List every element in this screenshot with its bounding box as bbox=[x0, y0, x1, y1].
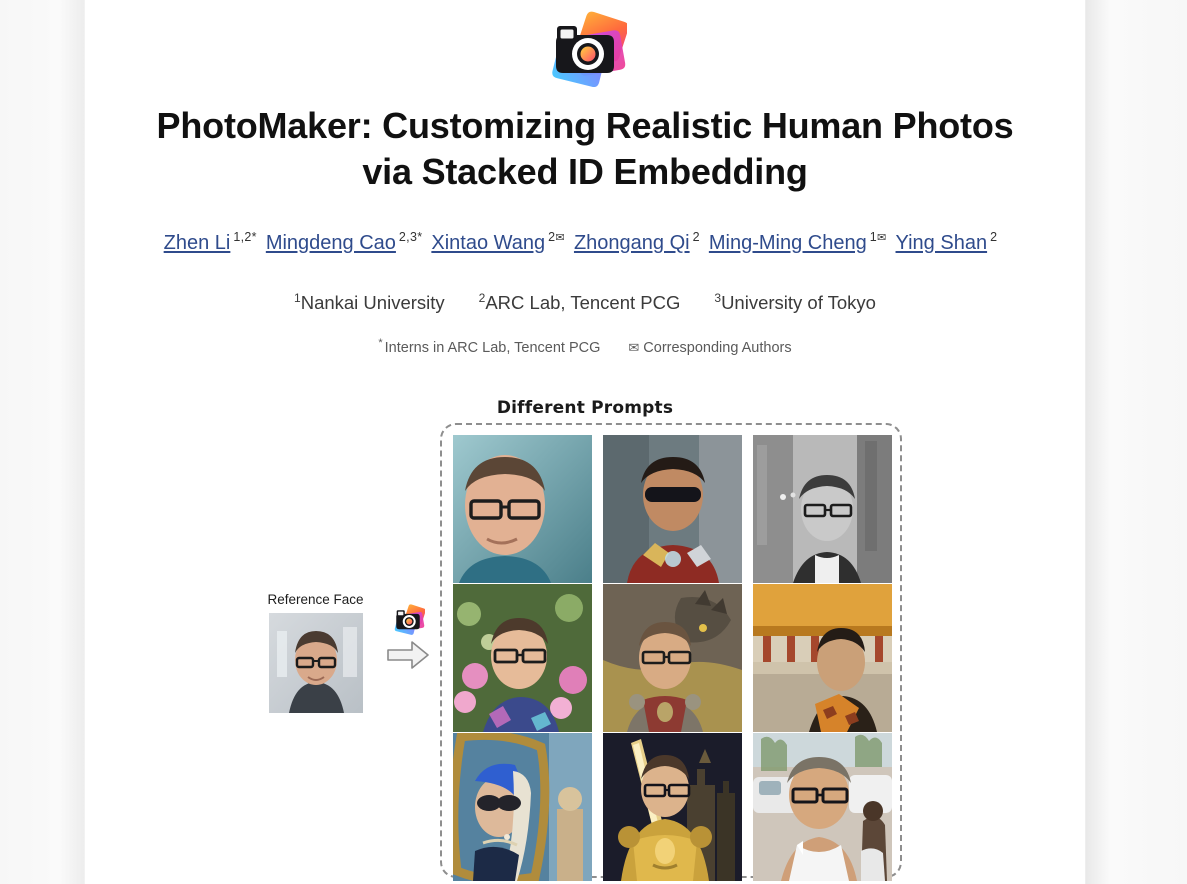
author-link-ming-ming-cheng[interactable]: Ming-Ming Cheng bbox=[709, 232, 867, 254]
footnote-corresponding: ✉ Corresponding Authors bbox=[628, 340, 791, 356]
transform-arrow-column bbox=[381, 604, 435, 669]
author-link-zhen-li[interactable]: Zhen Li bbox=[164, 232, 231, 254]
affiliation-name: ARC Lab, Tencent PCG bbox=[485, 291, 681, 313]
author-marks: 2,3* bbox=[398, 230, 423, 244]
reference-face-column: Reference Face bbox=[263, 592, 368, 713]
affiliation-item: 3University of Tokyo bbox=[714, 291, 876, 313]
footnote-interns-text: Interns in ARC Lab, Tencent PCG bbox=[384, 339, 601, 356]
photomaker-logo-small bbox=[394, 604, 425, 635]
right-arrow-icon bbox=[387, 641, 429, 669]
author-link-xintao-wang[interactable]: Xintao Wang bbox=[431, 232, 545, 254]
photomaker-logo bbox=[552, 11, 627, 87]
author-mark-number: 1 bbox=[869, 230, 877, 244]
grid-cell[interactable] bbox=[753, 584, 892, 732]
generated-image-r2c2 bbox=[603, 584, 742, 732]
footnote-row: * Interns in ARC Lab, Tencent PCG ✉ Corresp… bbox=[135, 333, 1035, 358]
grid-cell[interactable] bbox=[453, 733, 592, 881]
grid-cell[interactable] bbox=[453, 435, 592, 583]
author-entry: Xintao Wang 2✉ bbox=[431, 230, 574, 254]
generated-image-r3c1 bbox=[453, 733, 592, 881]
author-marks: 2 bbox=[990, 230, 998, 244]
author-link-zhongang-qi[interactable]: Zhongang Qi bbox=[574, 232, 690, 254]
teaser-figure: Different Prompts Reference Face bbox=[85, 398, 1085, 884]
prompts-grid bbox=[453, 435, 892, 881]
author-link-mingdeng-cao[interactable]: Mingdeng Cao bbox=[266, 232, 396, 254]
generated-image-r3c3 bbox=[753, 733, 892, 881]
generated-image-r2c1 bbox=[453, 584, 592, 732]
author-entry: Mingdeng Cao 2,3* bbox=[266, 230, 432, 254]
grid-cell[interactable] bbox=[603, 584, 742, 732]
author-entry: Zhen Li 1,2* bbox=[164, 230, 266, 254]
browser-viewport: PhotoMaker: Customizing Realistic Human … bbox=[0, 0, 1187, 884]
author-marks: 1,2* bbox=[233, 230, 257, 244]
reference-face-label: Reference Face bbox=[267, 592, 364, 607]
author-marks: 2✉ bbox=[548, 230, 565, 244]
asterisk-icon: * bbox=[378, 336, 383, 349]
author-link-ying-shan[interactable]: Ying Shan bbox=[896, 232, 988, 254]
author-marks: 2 bbox=[692, 230, 700, 244]
affiliation-item: 1Nankai University bbox=[294, 290, 445, 313]
grid-cell[interactable] bbox=[453, 584, 592, 732]
grid-cell[interactable] bbox=[753, 435, 892, 583]
affiliation-name: University of Tokyo bbox=[721, 291, 876, 313]
author-entry: Ying Shan 2 bbox=[896, 230, 1007, 254]
author-marks: 1✉ bbox=[870, 230, 887, 244]
logo-container bbox=[85, 0, 1085, 87]
prompts-grid-box bbox=[440, 423, 902, 881]
envelope-icon: ✉ bbox=[628, 339, 640, 355]
affiliation-list: 1Nankai University 2ARC Lab, Tencent PCG 3… bbox=[135, 285, 1035, 316]
footnote-corresponding-text: Corresponding Authors bbox=[643, 339, 792, 356]
generated-image-r2c3 bbox=[753, 584, 892, 732]
grid-cell[interactable] bbox=[603, 733, 742, 881]
reference-face-image bbox=[268, 613, 363, 713]
generated-image-r1c1 bbox=[453, 435, 592, 583]
project-page: PhotoMaker: Customizing Realistic Human … bbox=[85, 0, 1085, 884]
page-title-line-1: PhotoMaker: Customizing Realistic Human … bbox=[156, 105, 1014, 146]
affiliation-superscript: 1 bbox=[294, 290, 301, 305]
generated-image-r1c3 bbox=[753, 435, 892, 583]
author-list: Zhen Li 1,2* Mingdeng Cao 2,3* Xintao Wang 2✉… bbox=[135, 221, 1035, 259]
footnote-interns: * Interns in ARC Lab, Tencent PCG bbox=[378, 336, 601, 356]
envelope-icon: ✉ bbox=[876, 232, 887, 244]
affiliation-name: Nankai University bbox=[300, 291, 445, 313]
different-prompts-label: Different Prompts bbox=[496, 398, 674, 418]
envelope-icon: ✉ bbox=[555, 232, 565, 244]
grid-cell[interactable] bbox=[753, 733, 892, 881]
affiliation-item: 2ARC Lab, Tencent PCG bbox=[479, 291, 681, 313]
grid-cell[interactable] bbox=[603, 435, 742, 583]
author-entry: Zhongang Qi 2 bbox=[574, 230, 709, 254]
reference-face-photo bbox=[268, 613, 363, 713]
page-title: PhotoMaker: Customizing Realistic Human … bbox=[135, 103, 1035, 195]
page-title-line-2: via Stacked ID Embedding bbox=[362, 151, 808, 192]
generated-image-r1c2 bbox=[603, 435, 742, 583]
author-entry: Ming-Ming Cheng 1✉ bbox=[709, 230, 896, 254]
generated-image-r3c2 bbox=[603, 733, 742, 881]
